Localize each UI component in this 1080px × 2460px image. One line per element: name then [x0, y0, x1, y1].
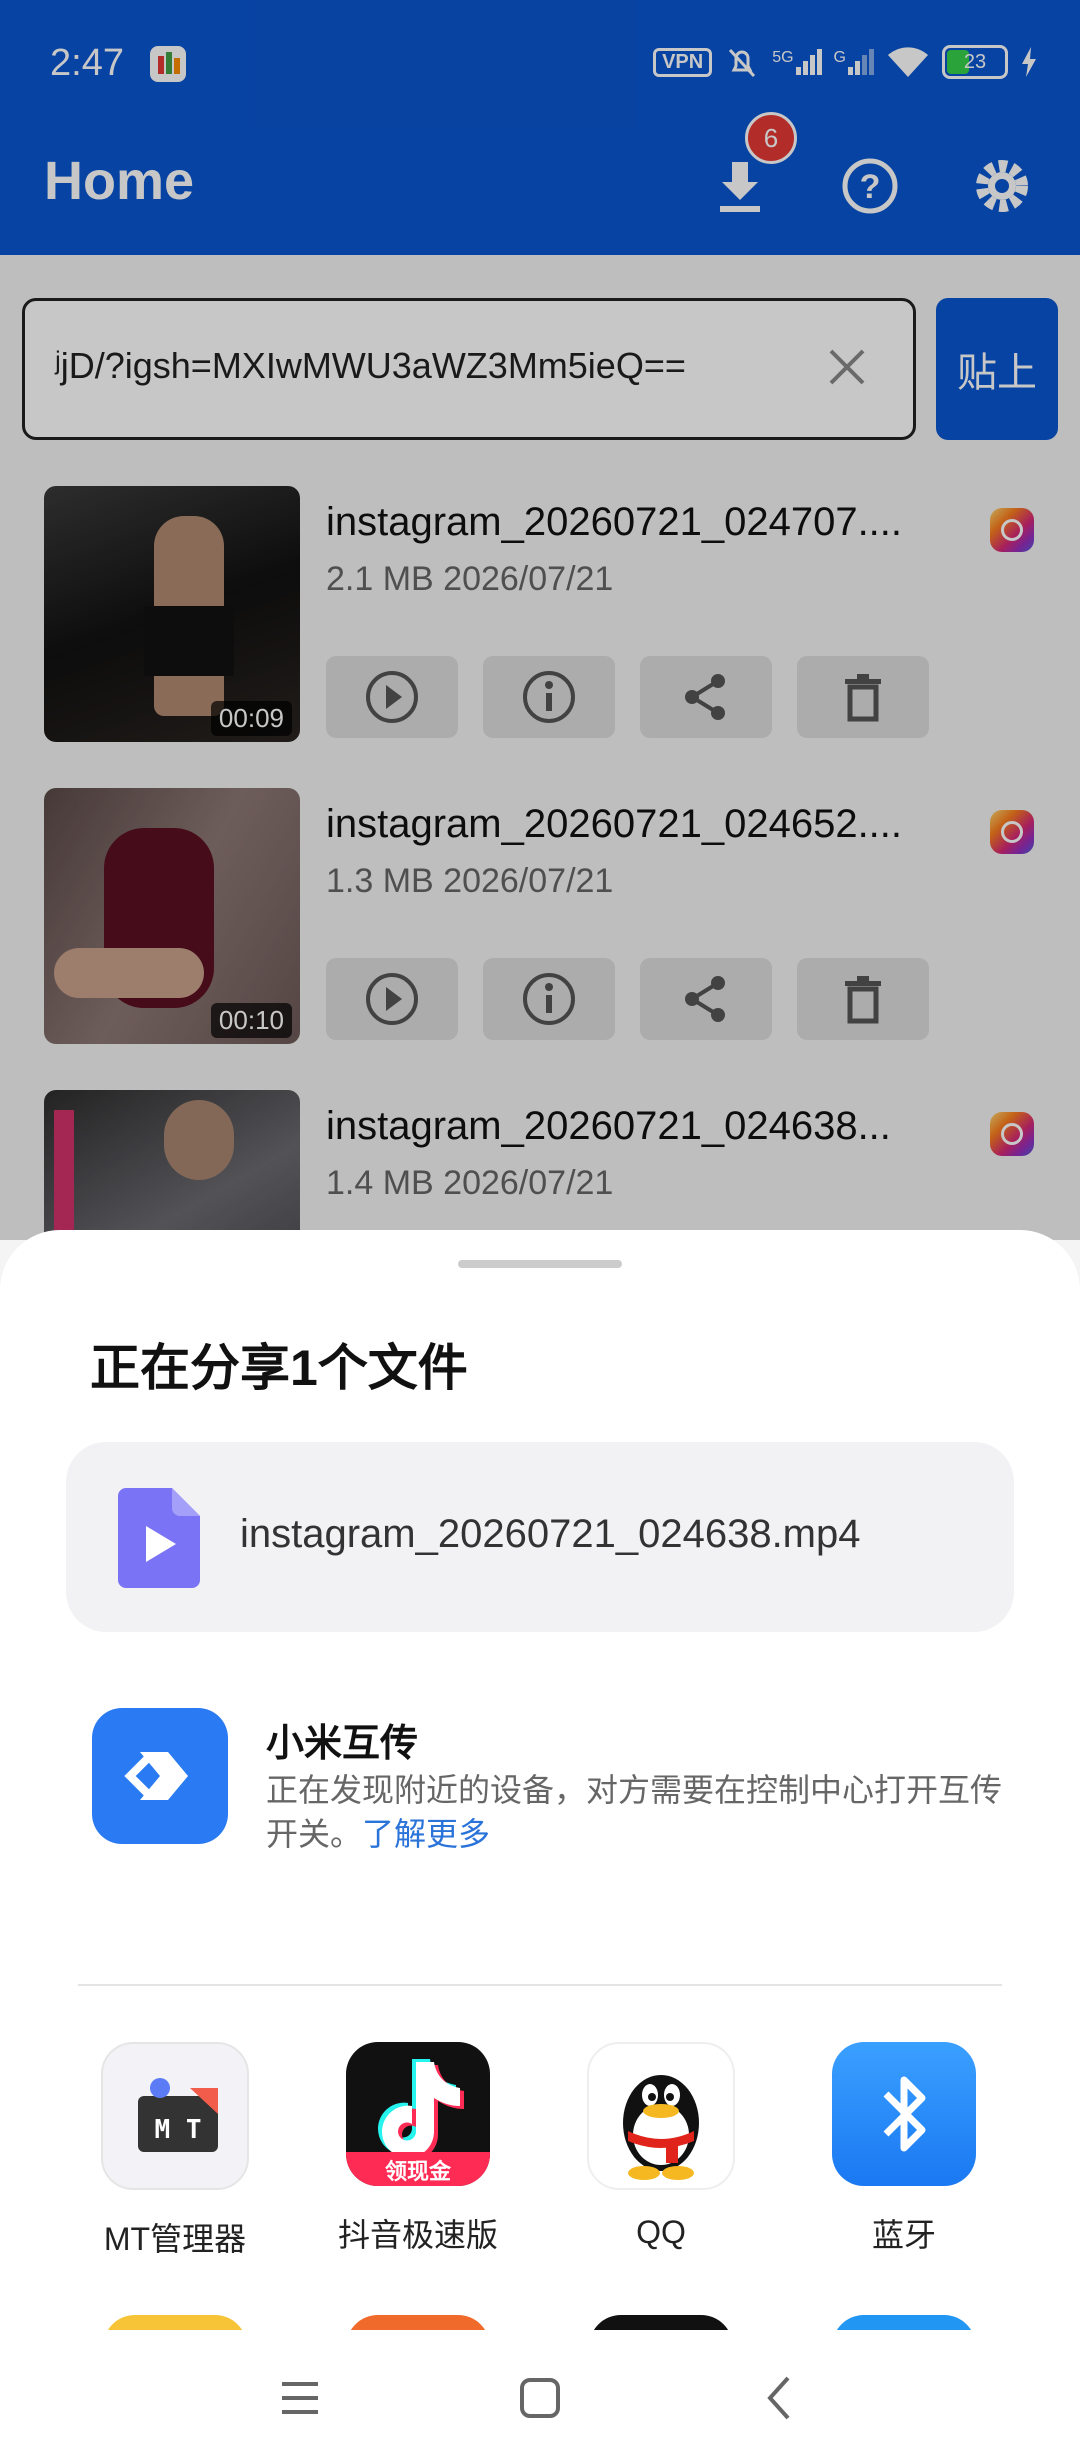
- app-label: 抖音极速版: [337, 2217, 498, 2253]
- share-title: 正在分享1个文件: [90, 1340, 468, 1396]
- app-label: 蓝牙: [871, 2217, 936, 2253]
- mi-share-icon[interactable]: [92, 1708, 228, 1844]
- back-nav-button[interactable]: [740, 2358, 820, 2438]
- mi-share-title: 小米互传: [266, 1723, 419, 1765]
- app-label: MT管理器: [103, 2221, 247, 2257]
- cash-tag: 领现金: [384, 2159, 451, 2184]
- share-target-douyin-lite[interactable]: 领现金 抖音极速版: [318, 2042, 518, 2256]
- menu-nav-button[interactable]: [260, 2358, 340, 2438]
- shared-file-card: instagram_20260721_024638.mp4: [66, 1442, 1014, 1632]
- menu-icon: [282, 2382, 318, 2414]
- app-label: QQ: [636, 2214, 686, 2250]
- navigation-bar: [0, 2330, 1080, 2460]
- shared-file-name: instagram_20260721_024638.mp4: [240, 1512, 861, 1556]
- share-target-mt-manager[interactable]: M T MT管理器: [75, 2042, 275, 2260]
- back-icon: [767, 2376, 790, 2420]
- learn-more-link[interactable]: 了解更多: [362, 1816, 490, 1852]
- share-sheet: 正在分享1个文件 instagram_20260721_024638.mp4 小…: [0, 1230, 1080, 2460]
- divider: [78, 1984, 1002, 1986]
- drag-handle[interactable]: [458, 1260, 622, 1268]
- mt-manager-icon: M T: [101, 2042, 249, 2190]
- douyin-lite-icon: 领现金: [346, 2042, 490, 2186]
- share-target-qq[interactable]: QQ: [561, 2042, 761, 2251]
- bluetooth-icon: [832, 2042, 976, 2186]
- home-square-icon: [520, 2378, 560, 2418]
- share-target-bluetooth[interactable]: 蓝牙: [804, 2042, 1004, 2256]
- dim-overlay[interactable]: [0, 0, 1080, 1240]
- svg-text:M T: M T: [155, 2115, 202, 2145]
- video-file-icon: [118, 1488, 200, 1588]
- home-nav-button[interactable]: [500, 2358, 580, 2438]
- mi-share-description: 正在发现附近的设备，对方需要在控制中心打开互传开关。了解更多: [266, 1768, 1026, 1856]
- qq-icon: [587, 2042, 735, 2190]
